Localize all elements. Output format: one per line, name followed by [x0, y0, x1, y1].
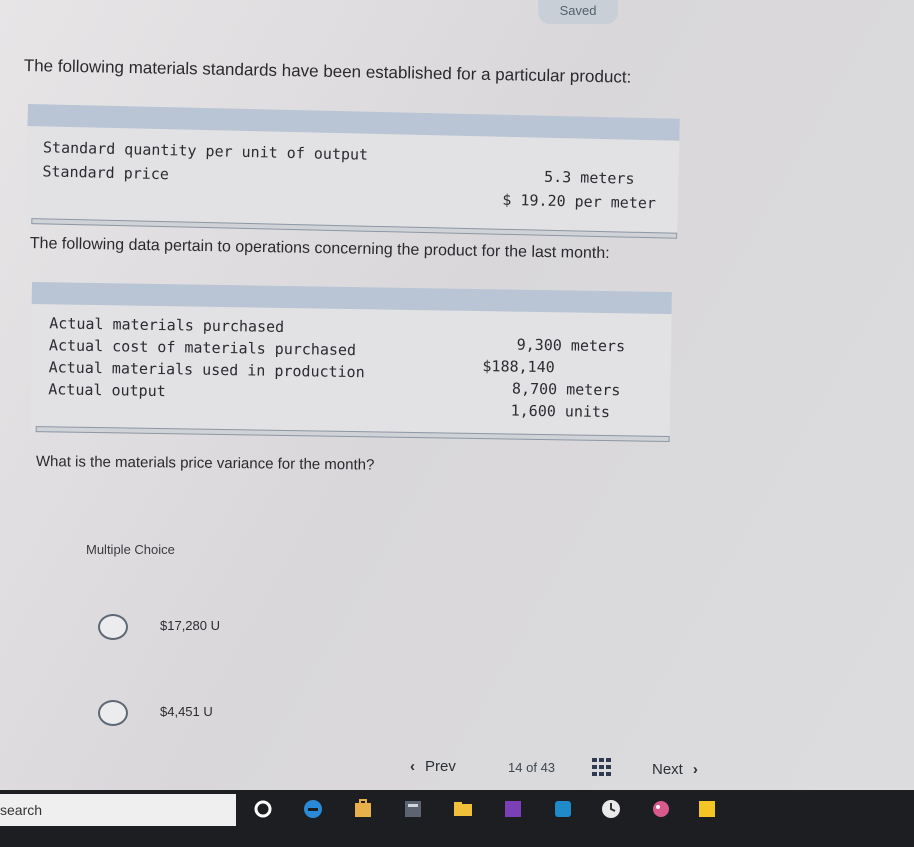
table-header-bar — [31, 282, 672, 315]
chevron-left-icon: ‹ — [410, 758, 415, 775]
choice-radio-2[interactable] — [98, 700, 128, 726]
actuals-row-label: Actual cost of materials purchased — [48, 336, 357, 360]
total-questions: 43 — [540, 760, 556, 775]
grid-icon[interactable] — [592, 758, 612, 776]
taskbar-search-label: search — [0, 802, 43, 818]
folder-icon[interactable] — [452, 798, 474, 820]
actuals-intro-text: The following data pertain to operations… — [29, 235, 610, 263]
saved-status-badge: Saved — [538, 0, 618, 24]
standards-row-label: Standard quantity per unit of output — [42, 138, 369, 164]
onenote-icon[interactable] — [502, 798, 524, 820]
prev-button[interactable]: ‹ Prev — [410, 758, 456, 775]
actuals-row-label: Actual materials used in production — [48, 358, 365, 382]
current-question: 14 — [508, 760, 523, 775]
prev-label: Prev — [425, 758, 456, 775]
standards-row-label: Standard price — [42, 162, 170, 184]
multiple-choice-label: Multiple Choice — [86, 542, 175, 557]
choice-text-1: $17,280 U — [160, 618, 220, 633]
store-icon[interactable] — [352, 798, 374, 820]
sticky-notes-icon[interactable] — [696, 798, 718, 820]
paint-icon[interactable] — [650, 798, 672, 820]
actuals-row-value: 1,600 units — [510, 401, 611, 422]
standards-row-value: $ 19.20 per meter — [502, 190, 657, 213]
table-bottom-rule — [35, 426, 670, 443]
actuals-row-value: 8,700 meters — [511, 379, 621, 400]
next-label: Next — [652, 761, 683, 778]
actuals-row-value: 9,300 meters — [516, 335, 626, 356]
table-bottom-rule — [31, 218, 678, 239]
calculator-icon[interactable] — [402, 798, 424, 820]
table-header-bar — [27, 104, 680, 141]
chevron-right-icon: › — [692, 761, 698, 778]
counter-of-word: of — [526, 760, 537, 775]
actuals-row-value: $188,140 — [482, 357, 555, 377]
taskbar-search-box[interactable]: search — [0, 794, 236, 826]
standards-table: Standard quantity per unit of output Sta… — [25, 104, 680, 239]
cortana-icon[interactable] — [252, 798, 274, 820]
standards-intro-text: The following materials standards have b… — [23, 56, 632, 87]
actuals-row-label: Actual output — [48, 380, 166, 401]
app-icon[interactable] — [552, 798, 574, 820]
standards-row-value: 5.3 meters — [543, 167, 635, 188]
actuals-row-label: Actual materials purchased — [49, 314, 285, 336]
question-text: What is the materials price variance for… — [35, 453, 375, 474]
clock-icon[interactable] — [600, 798, 622, 820]
choice-text-2: $4,451 U — [160, 704, 213, 719]
actuals-table: Actual materials purchased Actual cost o… — [29, 282, 672, 443]
choice-radio-1[interactable] — [98, 614, 128, 640]
edge-icon[interactable] — [302, 798, 324, 820]
question-counter: 14 of 43 — [508, 760, 555, 775]
next-button[interactable]: Next › — [652, 761, 698, 778]
taskbar: search — [0, 790, 914, 847]
